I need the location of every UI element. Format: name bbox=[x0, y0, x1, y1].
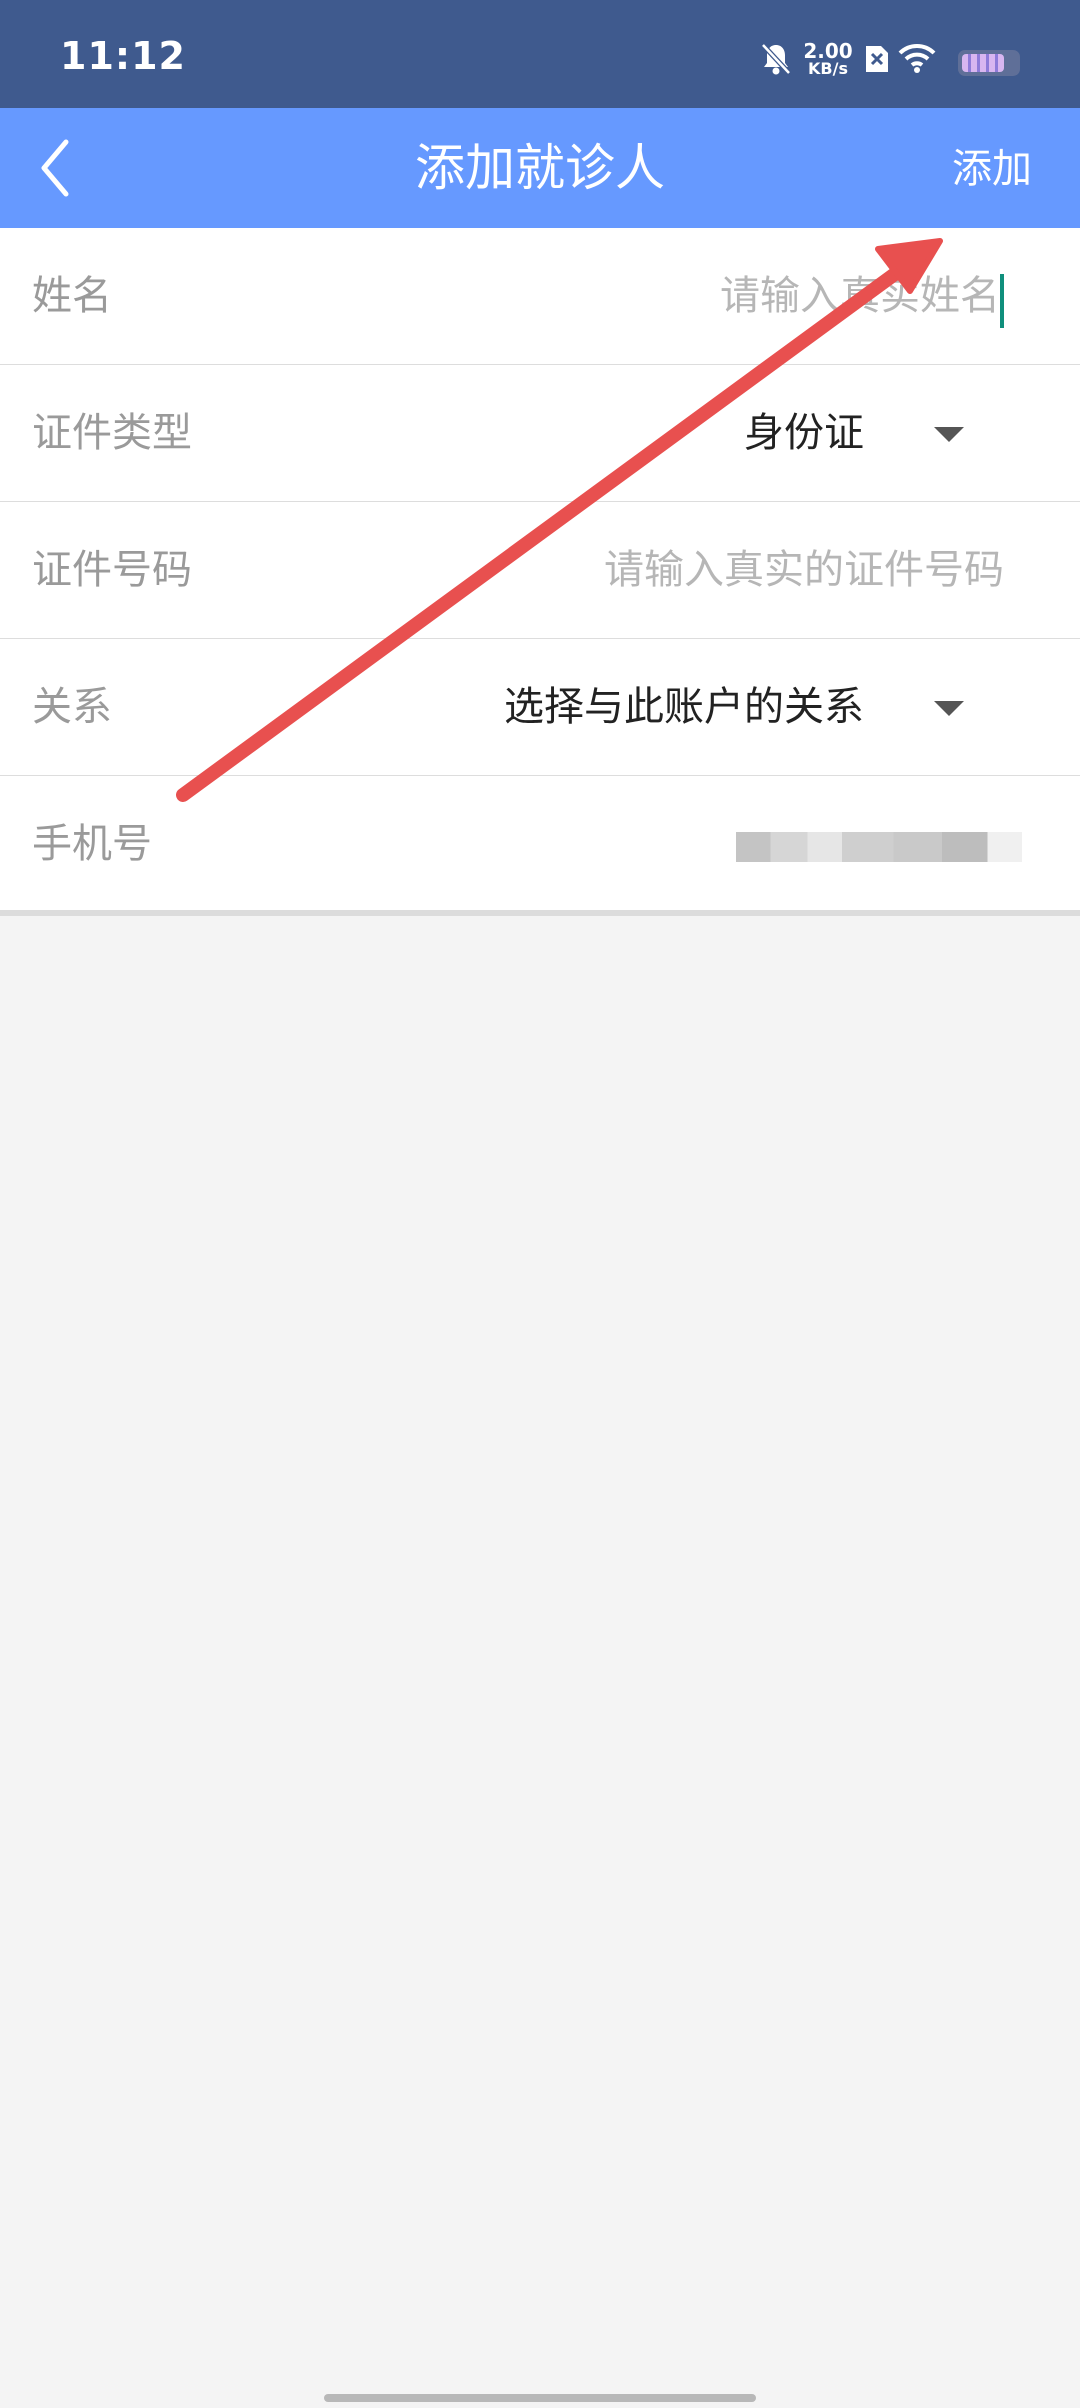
text-cursor bbox=[1000, 274, 1004, 328]
form-divider bbox=[0, 910, 1080, 916]
id-type-select[interactable]: 身份证 bbox=[744, 410, 864, 456]
net-speed: 2.00 KB/s bbox=[802, 39, 854, 78]
wifi-icon bbox=[898, 43, 936, 73]
id-number-row[interactable]: 证件号码 请输入真实的证件号码 bbox=[0, 502, 1080, 639]
relation-label: 关系 bbox=[32, 684, 112, 730]
bell-off-icon bbox=[761, 43, 791, 75]
status-icons: 2.00 KB/s bbox=[760, 40, 1020, 80]
id-type-label: 证件类型 bbox=[32, 410, 192, 456]
phone-label: 手机号 bbox=[32, 821, 152, 867]
net-speed-value: 2.00 bbox=[803, 39, 853, 63]
phone-value-redacted[interactable] bbox=[736, 832, 1022, 862]
phone-row[interactable]: 手机号 bbox=[0, 776, 1080, 912]
patient-form: 姓名 请输入真实姓名 证件类型 身份证 证件号码 请输入真实的证件号码 关系 选… bbox=[0, 228, 1080, 914]
name-label: 姓名 bbox=[32, 273, 112, 319]
relation-select[interactable]: 选择与此账户的关系 bbox=[504, 684, 864, 730]
relation-row[interactable]: 关系 选择与此账户的关系 bbox=[0, 639, 1080, 776]
net-speed-unit: KB/s bbox=[808, 59, 848, 78]
home-indicator[interactable] bbox=[324, 2394, 756, 2402]
name-row[interactable]: 姓名 请输入真实姓名 bbox=[0, 228, 1080, 365]
battery-icon bbox=[958, 50, 1020, 76]
add-button[interactable]: 添加 bbox=[952, 146, 1032, 192]
dropdown-arrow-icon[interactable] bbox=[934, 701, 964, 716]
status-time: 11:12 bbox=[60, 34, 186, 78]
dropdown-arrow-icon[interactable] bbox=[934, 427, 964, 442]
battery-fill bbox=[962, 54, 1004, 72]
sim-x-icon bbox=[866, 46, 888, 72]
status-bar: 11:12 2.00 KB/s bbox=[0, 0, 1080, 108]
app-bar: 添加就诊人 添加 bbox=[0, 108, 1080, 228]
id-number-label: 证件号码 bbox=[32, 547, 192, 593]
name-input[interactable]: 请输入真实姓名 bbox=[720, 273, 1000, 319]
page-title: 添加就诊人 bbox=[415, 139, 665, 197]
id-number-input[interactable]: 请输入真实的证件号码 bbox=[604, 547, 1004, 593]
id-type-row[interactable]: 证件类型 身份证 bbox=[0, 365, 1080, 502]
